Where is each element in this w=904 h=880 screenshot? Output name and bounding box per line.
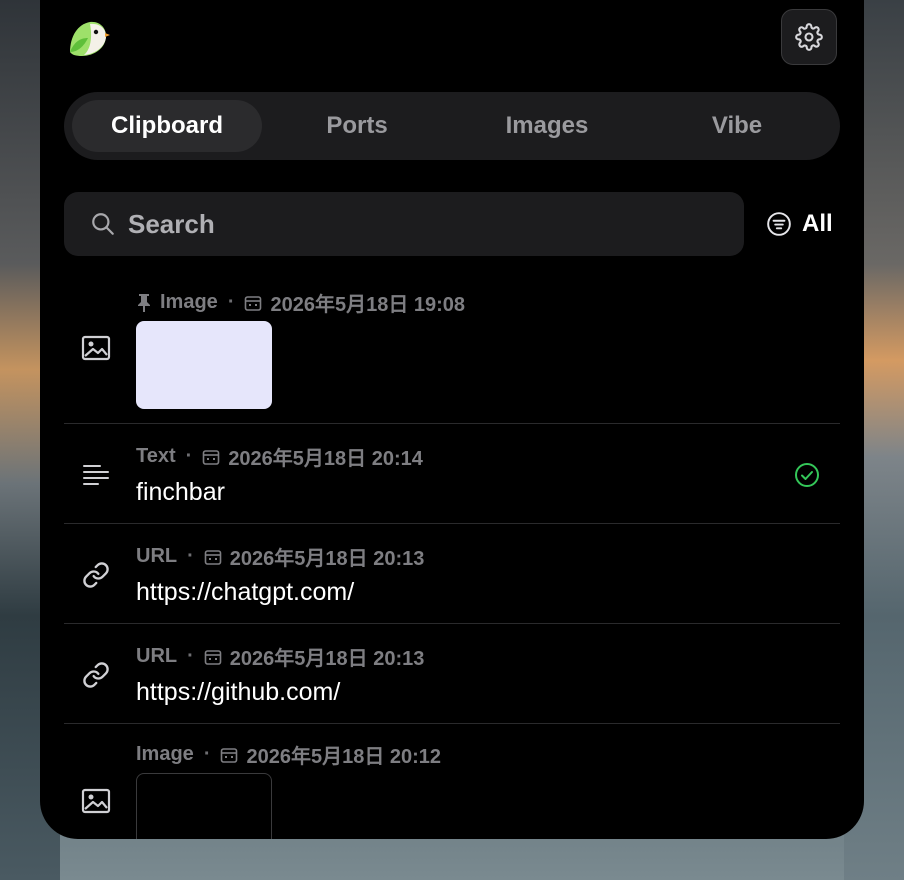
calendar-icon (204, 549, 222, 565)
list-item[interactable]: Text · 2026年5月18日 20:14 finchbar (64, 424, 840, 524)
item-type: URL (136, 545, 178, 567)
item-meta: Image · 2026年5月18日 20:12 (136, 740, 441, 769)
calendar-icon (203, 449, 220, 465)
bird-logo-icon (66, 18, 110, 58)
meta-separator: · (187, 545, 194, 567)
search-icon (92, 213, 114, 235)
list-item[interactable]: Image · 2026年5月18日 20:12 (64, 724, 840, 839)
item-content: finchbar (136, 478, 225, 506)
item-type: URL (136, 645, 178, 667)
item-meta: Image · 2026年5月18日 19:08 (136, 288, 465, 317)
list-item[interactable]: Image · 2026年5月18日 19:08 (64, 276, 840, 424)
text-lines-icon (80, 459, 112, 491)
item-type: Image (136, 743, 194, 765)
finchbar-panel: Clipboard Ports Images Vibe Search All I… (40, 0, 864, 839)
item-date: 2026年5月18日 20:12 (246, 746, 442, 768)
clipboard-list: Image · 2026年5月18日 19:08 Text · 2026年5月1… (64, 276, 840, 839)
tab-ports[interactable]: Ports (262, 100, 452, 152)
filter-icon (767, 212, 791, 236)
filter-label: All (802, 210, 833, 237)
item-date: 2026年5月18日 19:08 (270, 294, 466, 316)
calendar-icon (204, 649, 222, 665)
link-icon (80, 559, 112, 591)
meta-separator: · (203, 743, 211, 765)
tab-images[interactable]: Images (452, 100, 642, 152)
item-date: 2026年5月18日 20:13 (229, 648, 425, 670)
meta-separator: · (227, 291, 235, 313)
meta-separator: · (187, 645, 194, 667)
tab-clipboard[interactable]: Clipboard (72, 100, 262, 152)
item-date: 2026年5月18日 20:13 (229, 548, 425, 570)
image-icon (80, 332, 112, 364)
filter-button[interactable]: All (766, 204, 833, 244)
list-item[interactable]: URL · 2026年5月18日 20:13 https://chatgpt.c… (64, 524, 840, 624)
item-content: https://github.com/ (136, 678, 341, 706)
meta-separator: · (185, 445, 193, 467)
tab-bar: Clipboard Ports Images Vibe (64, 92, 840, 160)
image-thumbnail[interactable] (136, 321, 272, 409)
check-circle-icon (795, 463, 819, 487)
item-date: 2026年5月18日 20:14 (228, 448, 423, 470)
calendar-icon (221, 747, 238, 763)
item-meta: Text · 2026年5月18日 20:14 (136, 442, 423, 471)
calendar-icon (245, 295, 262, 311)
item-content: https://chatgpt.com/ (136, 578, 355, 606)
search-input[interactable]: Search (64, 192, 744, 256)
image-thumbnail[interactable] (136, 773, 272, 839)
list-item[interactable]: URL · 2026年5月18日 20:13 https://github.co… (64, 624, 840, 724)
tab-vibe[interactable]: Vibe (642, 100, 832, 152)
search-placeholder: Search (128, 208, 215, 239)
gear-icon (795, 23, 823, 51)
item-meta: URL · 2026年5月18日 20:13 (136, 642, 424, 671)
pin-icon (138, 293, 150, 312)
item-type: Text (136, 445, 176, 467)
link-icon (80, 659, 112, 691)
image-icon (80, 785, 112, 817)
item-type: Image (160, 291, 218, 313)
settings-button[interactable] (781, 9, 837, 65)
item-meta: URL · 2026年5月18日 20:13 (136, 542, 424, 571)
